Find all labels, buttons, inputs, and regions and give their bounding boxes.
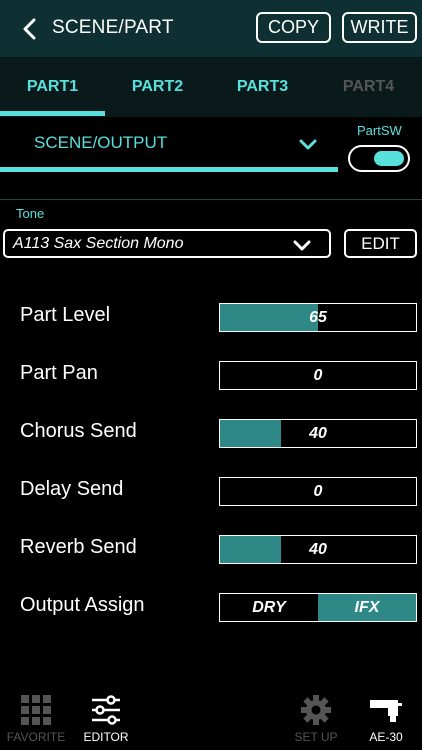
slider-value: 40 xyxy=(309,424,327,442)
tab-part2[interactable]: PART2 xyxy=(105,57,210,117)
tone-label: Tone xyxy=(16,206,45,221)
back-chevron-icon[interactable] xyxy=(20,18,40,40)
output-assign-selector: DRY IFX xyxy=(219,593,417,622)
param-row-part-level: Part Level 65 xyxy=(0,302,422,332)
grid-icon xyxy=(21,695,51,725)
tab-part4[interactable]: PART4 xyxy=(316,57,421,117)
chevron-down-icon xyxy=(293,240,311,251)
output-dry-option[interactable]: DRY xyxy=(220,594,318,621)
nav-label: SET UP xyxy=(294,730,338,744)
nav-label: AE-30 xyxy=(369,730,403,744)
page-title: SCENE/PART xyxy=(52,17,174,38)
param-label: Output Assign xyxy=(20,594,145,616)
nav-favorite[interactable]: FAVORITE xyxy=(0,688,76,750)
param-label: Chorus Send xyxy=(20,420,137,442)
reverb-send-slider[interactable]: 40 xyxy=(219,535,417,564)
sliders-icon xyxy=(92,695,120,725)
part-pan-slider[interactable]: 0 xyxy=(219,361,417,390)
param-row-part-pan: Part Pan 0 xyxy=(0,360,422,390)
output-ifx-option[interactable]: IFX xyxy=(318,594,416,621)
param-row-reverb-send: Reverb Send 40 xyxy=(0,534,422,564)
nav-label: EDITOR xyxy=(83,730,129,744)
active-tab-indicator xyxy=(0,111,105,116)
partsw-label: PartSW xyxy=(357,123,402,138)
nav-setup[interactable]: SET UP xyxy=(276,688,356,750)
device-icon xyxy=(370,700,402,722)
slider-value: 0 xyxy=(313,482,323,500)
param-row-delay-send: Delay Send 0 xyxy=(0,476,422,506)
partsw-toggle[interactable] xyxy=(348,145,410,172)
slider-value: 65 xyxy=(309,308,327,326)
gear-icon xyxy=(301,695,331,725)
tab-part1[interactable]: PART1 xyxy=(0,57,105,117)
delay-send-slider[interactable]: 0 xyxy=(219,477,417,506)
copy-button[interactable]: COPY xyxy=(256,12,331,43)
chevron-down-icon[interactable] xyxy=(298,138,318,152)
param-row-chorus-send: Chorus Send 40 xyxy=(0,418,422,448)
bottom-nav: FAVORITE EDITOR SET UP AE-30 xyxy=(0,688,422,750)
tone-value: A113 Sax Section Mono xyxy=(13,235,184,252)
tab-part3[interactable]: PART3 xyxy=(210,57,315,117)
header-bar: SCENE/PART COPY WRITE xyxy=(0,0,422,57)
param-label: Part Level xyxy=(20,304,111,326)
slider-value: 40 xyxy=(309,540,327,558)
part-tabs: PART1 PART2 PART3 PART4 xyxy=(0,57,422,117)
tone-select[interactable]: A113 Sax Section Mono xyxy=(3,229,331,258)
write-button[interactable]: WRITE xyxy=(342,12,417,43)
part-level-slider[interactable]: 65 xyxy=(219,303,417,332)
edit-tone-button[interactable]: EDIT xyxy=(344,229,417,258)
param-label: Delay Send xyxy=(20,478,124,500)
nav-editor[interactable]: EDITOR xyxy=(66,688,146,750)
nav-device[interactable]: AE-30 xyxy=(346,688,422,750)
param-label: Reverb Send xyxy=(20,536,137,558)
scene-output-underline xyxy=(0,167,338,172)
section-divider xyxy=(0,199,422,200)
scene-output-dropdown[interactable]: SCENE/OUTPUT xyxy=(34,133,167,153)
param-row-output-assign: Output Assign DRY IFX xyxy=(0,592,422,622)
toggle-knob xyxy=(374,151,404,166)
chorus-send-slider[interactable]: 40 xyxy=(219,419,417,448)
slider-value: 0 xyxy=(313,366,323,384)
param-label: Part Pan xyxy=(20,362,98,384)
nav-label: FAVORITE xyxy=(6,730,66,744)
